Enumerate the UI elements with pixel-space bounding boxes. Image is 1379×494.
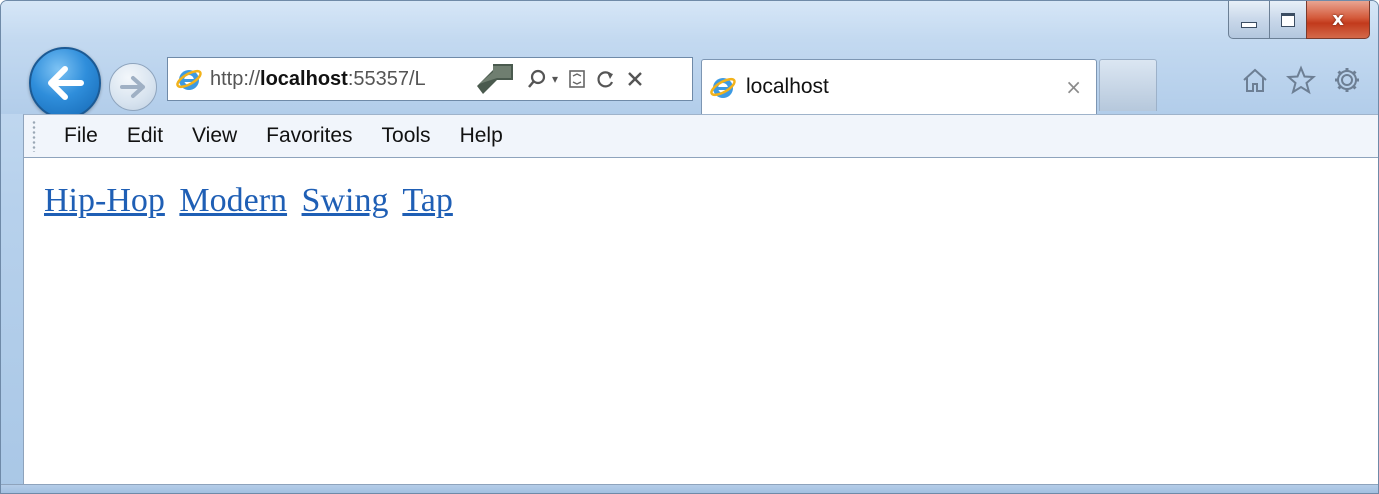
menu-help[interactable]: Help xyxy=(460,124,503,148)
tab-localhost[interactable]: localhost × xyxy=(701,59,1097,114)
tab-close-icon[interactable]: × xyxy=(1065,75,1082,99)
maximize-button[interactable] xyxy=(1269,1,1307,39)
menu-view[interactable]: View xyxy=(192,124,237,148)
home-icon[interactable] xyxy=(1238,63,1272,97)
menu-edit[interactable]: Edit xyxy=(127,124,163,148)
ie-logo-icon xyxy=(174,64,204,94)
tab-favicon-icon xyxy=(708,72,738,102)
tab-title: localhost xyxy=(746,75,829,98)
stop-icon[interactable] xyxy=(626,70,644,88)
settings-gear-icon[interactable] xyxy=(1330,63,1364,97)
close-window-button[interactable]: x xyxy=(1306,1,1370,39)
search-icon[interactable] xyxy=(526,68,548,90)
maximize-icon xyxy=(1281,12,1295,27)
address-bar[interactable]: http://localhost:55357/L ▾ xyxy=(167,57,693,101)
new-tab-button[interactable] xyxy=(1099,59,1157,111)
dropdown-arrow-icon[interactable]: ▾ xyxy=(552,72,558,86)
favorites-star-icon[interactable] xyxy=(1284,63,1318,97)
page-content: Hip-Hop Modern Swing Tap xyxy=(23,158,1378,487)
menu-grip-handle[interactable] xyxy=(32,120,36,152)
window-controls: x xyxy=(1228,1,1370,41)
link-hip-hop[interactable]: Hip-Hop xyxy=(44,182,165,219)
menu-bar: File Edit View Favorites Tools Help xyxy=(23,114,1378,158)
browser-window: x http://localhost:55357/L ▾ localhost ×… xyxy=(0,0,1379,494)
dance-links: Hip-Hop Modern Swing Tap xyxy=(44,182,459,220)
link-swing[interactable]: Swing xyxy=(302,182,389,219)
compatibility-icon[interactable] xyxy=(568,69,586,89)
link-tap[interactable]: Tap xyxy=(402,182,453,219)
mouse-cursor-icon xyxy=(474,61,516,97)
menu-favorites[interactable]: Favorites xyxy=(266,124,352,148)
close-icon: x xyxy=(1332,9,1344,30)
minimize-button[interactable] xyxy=(1228,1,1270,39)
minimize-icon xyxy=(1241,21,1257,28)
menu-file[interactable]: File xyxy=(64,124,98,148)
toolbar-icons xyxy=(1238,63,1364,97)
back-button[interactable] xyxy=(29,47,101,119)
window-bottom-frame xyxy=(1,484,1378,493)
menu-tools[interactable]: Tools xyxy=(382,124,431,148)
url-text[interactable]: http://localhost:55357/L xyxy=(210,68,472,91)
link-modern[interactable]: Modern xyxy=(179,182,287,219)
forward-button[interactable] xyxy=(109,63,157,111)
refresh-icon[interactable] xyxy=(596,69,616,89)
back-arrow-icon xyxy=(48,66,84,100)
forward-arrow-icon xyxy=(120,76,145,98)
